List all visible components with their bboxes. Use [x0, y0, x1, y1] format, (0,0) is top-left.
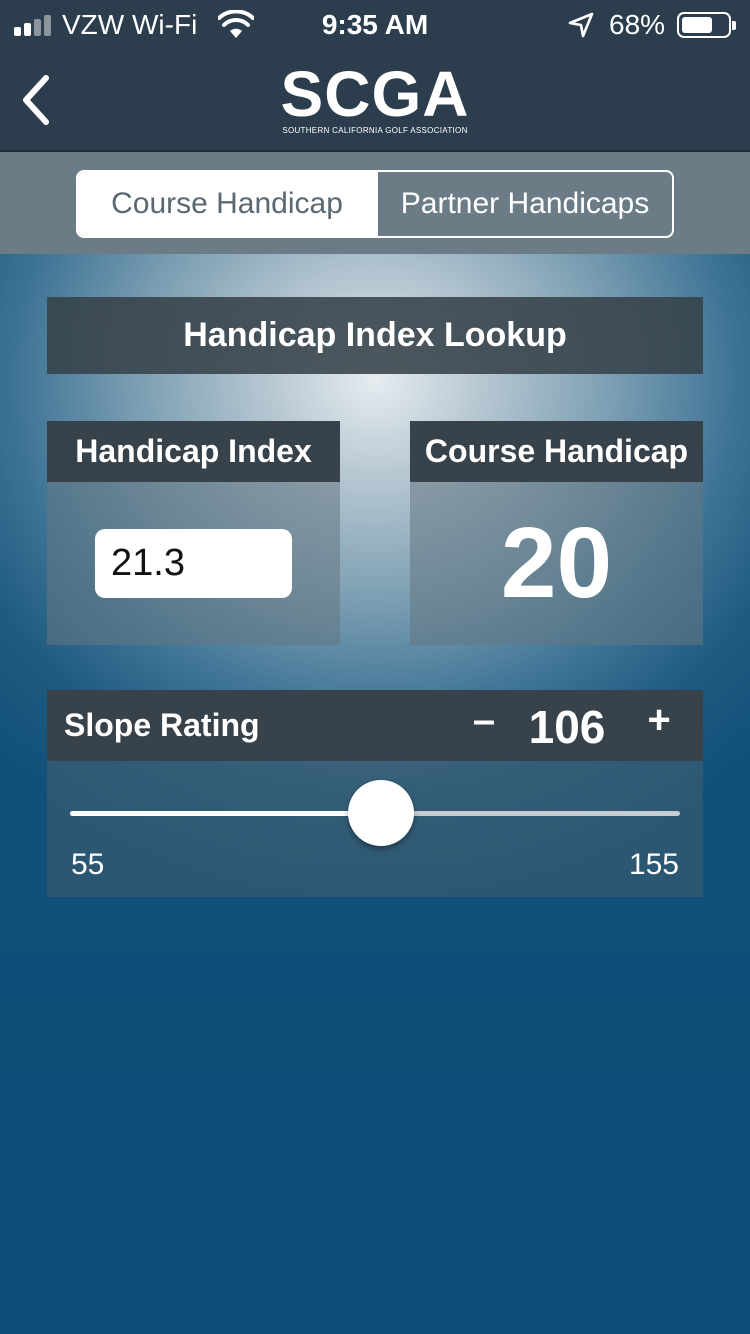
course-handicap-value: 20: [500, 507, 613, 619]
handicap-index-label: Handicap Index: [47, 421, 340, 482]
background-gradient: [0, 900, 750, 1334]
battery-percent: 68%: [609, 9, 666, 40]
status-bar: VZW Wi-Fi 9:35 AM 68%: [0, 0, 750, 50]
logo-subtitle: SOUTHERN CALIFORNIA GOLF ASSOCIATION: [282, 126, 468, 135]
back-button[interactable]: [18, 72, 58, 128]
tab-partner-handicaps[interactable]: Partner Handicaps: [376, 172, 672, 236]
slider-fill: [70, 811, 381, 816]
slope-rating-header: Slope Rating – 106 +: [47, 690, 703, 761]
handicap-index-card: Handicap Index: [47, 421, 340, 645]
handicap-index-input[interactable]: [95, 529, 292, 598]
decrement-button[interactable]: –: [467, 698, 501, 750]
slider-thumb[interactable]: [348, 780, 414, 846]
navigation-bar: VZW Wi-Fi 9:35 AM 68% SCGA SOUTHERN CALI…: [0, 0, 750, 152]
chevron-left-icon: [23, 75, 49, 125]
segmented-control: Course Handicap Partner Handicaps: [76, 170, 674, 238]
course-handicap-card: Course Handicap 20: [410, 421, 703, 645]
lookup-title: Handicap Index Lookup: [47, 297, 703, 374]
slope-slider-panel: 55 155: [47, 761, 703, 897]
slider-track[interactable]: [70, 780, 680, 846]
slope-rating-label: Slope Rating: [64, 707, 260, 743]
tab-band: Course Handicap Partner Handicaps: [0, 152, 750, 254]
slope-rating-value: 106: [528, 701, 606, 753]
slider-max-label: 155: [628, 848, 679, 881]
increment-button[interactable]: +: [642, 698, 676, 750]
battery-icon: [677, 12, 736, 38]
location-arrow-icon: [568, 12, 594, 38]
slider-min-label: 55: [71, 848, 105, 881]
scga-logo: SCGA SOUTHERN CALIFORNIA GOLF ASSOCIATIO…: [270, 58, 480, 135]
logo-mark: SCGA: [280, 58, 470, 130]
tab-course-handicap[interactable]: Course Handicap: [78, 172, 376, 236]
course-handicap-label: Course Handicap: [410, 421, 703, 482]
